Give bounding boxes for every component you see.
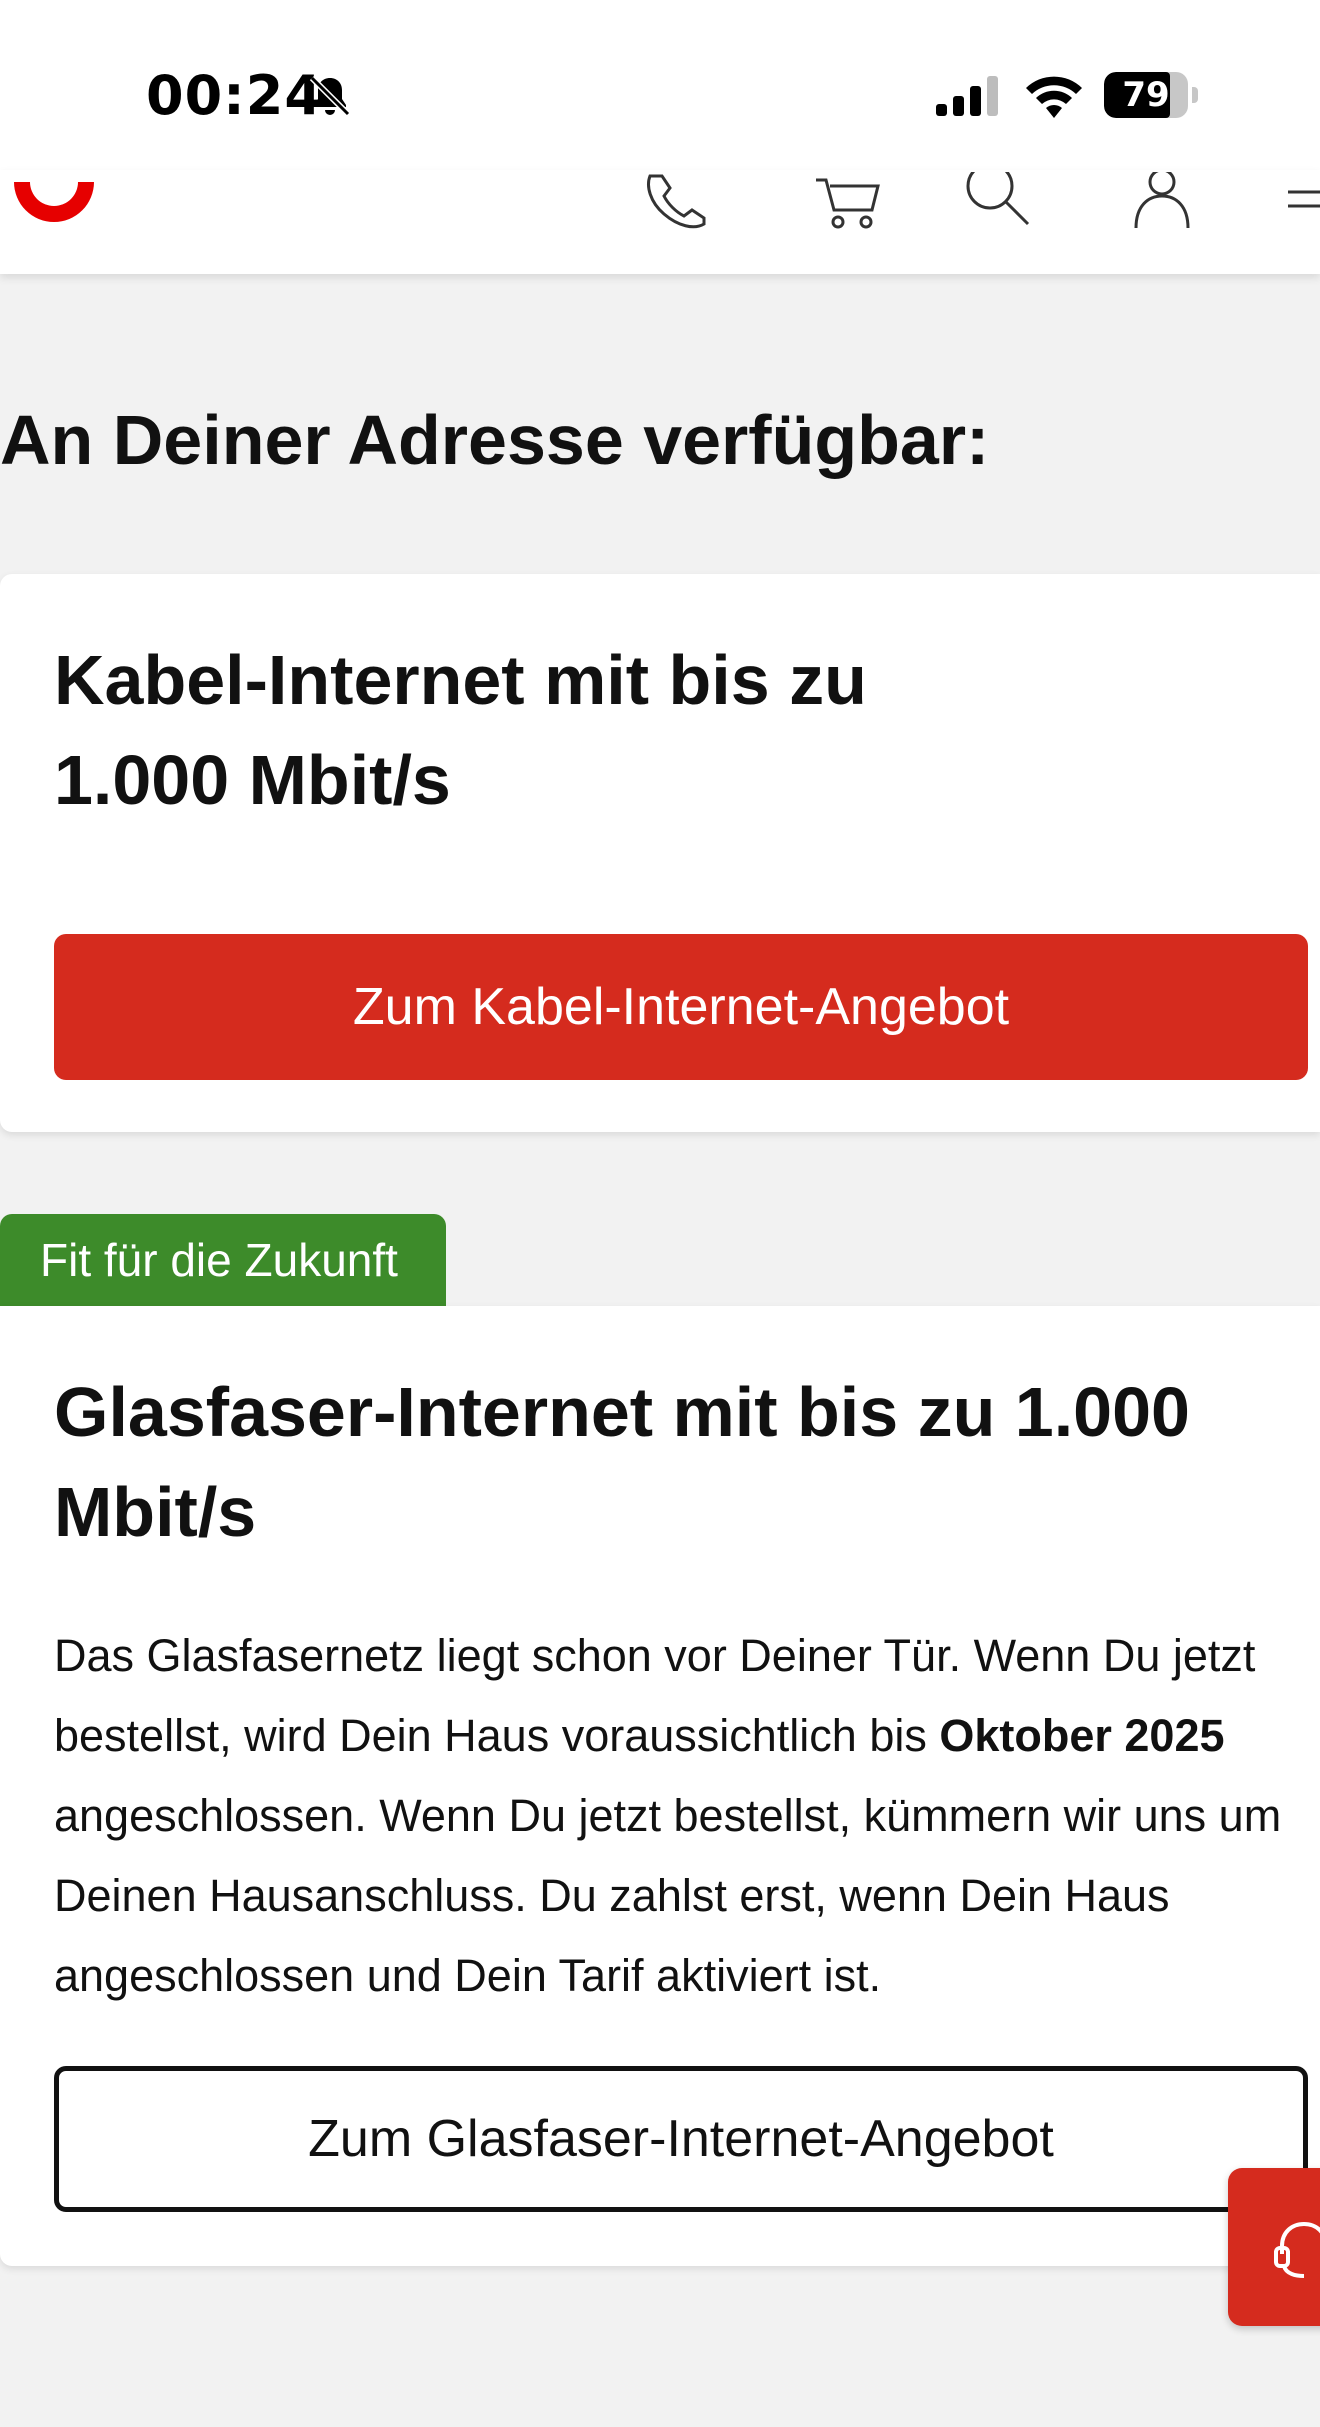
fiber-card-title: Glasfaser-Internet mit bis zu 1.000 Mbit… (54, 1373, 1190, 1551)
signal-icon (936, 76, 998, 116)
battery-level-text: 79 (1122, 75, 1170, 115)
fiber-description-part2: angeschlossen. Wenn Du jetzt bestellst, … (54, 1790, 1282, 2001)
battery-icon: 79 (1104, 72, 1198, 120)
search-icon[interactable] (962, 172, 1038, 232)
future-badge: Fit für die Zukunft (0, 1214, 446, 1306)
cable-card-title: Kabel-Internet mit bis zu 1.000 Mbit/s (54, 641, 867, 819)
bell-off-icon (309, 75, 351, 117)
cable-internet-card: Kabel-Internet mit bis zu 1.000 Mbit/s Z… (0, 574, 1320, 1132)
cable-offer-button[interactable]: Zum Kabel-Internet-Angebot (54, 934, 1308, 1080)
cart-icon[interactable] (810, 172, 886, 232)
fiber-offer-button[interactable]: Zum Glasfaser-Internet-Angebot (54, 2066, 1308, 2212)
connection-date: Oktober 2025 (939, 1710, 1225, 1761)
menu-icon[interactable] (1280, 172, 1320, 232)
headset-icon (1274, 2221, 1320, 2278)
phone-icon[interactable] (642, 172, 718, 232)
fiber-internet-card: Glasfaser-Internet mit bis zu 1.000 Mbit… (0, 1306, 1320, 2266)
help-chat-button[interactable] (1228, 2168, 1320, 2326)
site-header (0, 170, 1320, 274)
page-title: An Deiner Adresse verfügbar: (0, 401, 990, 479)
status-time: 00:24 (146, 64, 323, 127)
status-bar: 00:24 79 (0, 0, 1320, 170)
wifi-icon (1026, 76, 1082, 118)
account-icon[interactable] (1124, 172, 1200, 232)
vodafone-logo[interactable] (2, 170, 106, 242)
fiber-card-description: Das Glasfasernetz liegt schon vor Deiner… (54, 1616, 1304, 2016)
